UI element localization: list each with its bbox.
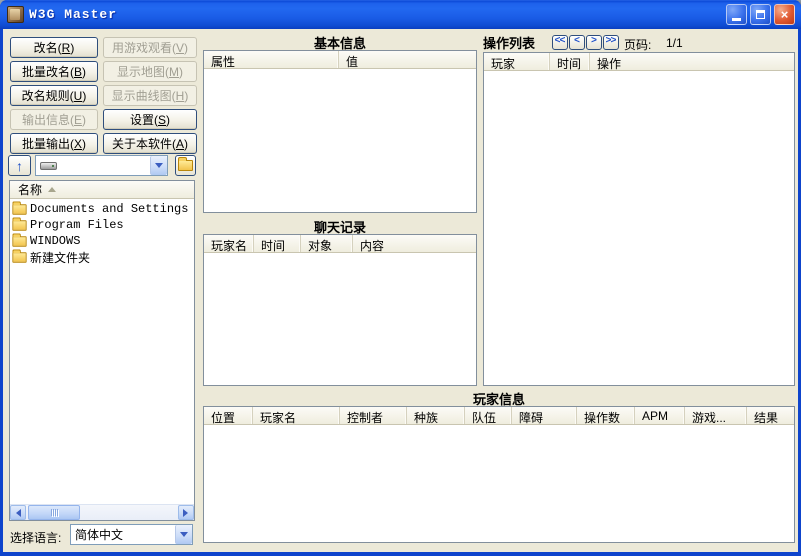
horizontal-scrollbar[interactable] [10,504,194,520]
app-window: W3G Master × 改名(R) 用游戏观看(V) 批量改名(B) 显示地图… [0,0,801,556]
titlebar[interactable]: W3G Master × [0,0,801,29]
window-title: W3G Master [29,7,118,22]
basic-info-table-header: 属性 值 [204,51,476,69]
batch-rename-button[interactable]: 批量改名(B) [10,61,98,82]
drive-combo-dropdown-button[interactable] [150,156,167,175]
settings-button[interactable]: 设置(S) [103,109,197,130]
chevron-right-icon [183,508,192,517]
players-table-body [204,425,794,542]
basic-info-table: 属性 值 [203,50,477,213]
open-folder-icon [178,157,193,171]
players-table-header: 位置 玩家名 控制者 种族 队伍 障碍 操作数 APM 游戏... 结果 [204,407,794,425]
column-header-apm[interactable]: APM [635,407,685,424]
folder-icon [12,248,27,263]
show-map-button: 显示地图(M) [103,61,197,82]
column-header-player[interactable]: 玩家 [484,53,550,70]
column-header-result[interactable]: 结果 [747,407,794,424]
language-combo[interactable]: 简体中文 [70,524,193,545]
browse-folder-button[interactable] [175,155,196,176]
window-controls: × [726,4,795,25]
language-value: 简体中文 [75,528,124,542]
file-list-body: Documents and Settings Program Files WIN… [10,199,194,504]
previous-page-button[interactable]: < [569,35,585,50]
file-list: 名称 Documents and Settings Program Files … [9,180,195,521]
scrollbar-track[interactable] [26,505,178,520]
scrollbar-thumb[interactable] [28,505,80,520]
column-header-action[interactable]: 操作 [590,53,794,70]
scroll-right-button[interactable] [178,505,194,520]
show-chart-button: 显示曲线图(H) [103,85,197,106]
actions-table: 玩家 时间 操作 [483,52,795,386]
page-number-label: 页码: [624,38,652,52]
column-header-action-count[interactable]: 操作数 [577,407,635,424]
minimize-button[interactable] [726,4,747,25]
name-column-header: 名称 [18,183,43,197]
maximize-icon [756,10,765,19]
hard-drive-icon [40,161,57,170]
output-info-button: 输出信息(E) [10,109,98,130]
up-directory-icon: ↑ [16,157,23,174]
drive-select-combo[interactable] [35,155,168,176]
file-list-item[interactable]: WINDOWS [10,232,194,249]
column-header-target[interactable]: 对象 [301,235,353,252]
close-button[interactable]: × [774,4,795,25]
watch-in-game-button: 用游戏观看(V) [103,37,197,58]
column-header-position[interactable]: 位置 [204,407,253,424]
column-header-time[interactable]: 时间 [550,53,590,70]
file-list-header[interactable]: 名称 [10,181,194,199]
file-list-item[interactable]: 新建文件夹 [10,248,194,266]
chevron-left-icon [12,508,21,517]
basic-info-table-body [204,69,476,212]
up-directory-button[interactable]: ↑ [8,155,31,176]
column-header-game[interactable]: 游戏... [685,407,747,424]
file-list-item[interactable]: Program Files [10,216,194,233]
next-page-button[interactable]: > [586,35,602,50]
file-list-item[interactable]: Documents and Settings [10,200,194,217]
minimize-icon [732,18,741,21]
actions-pager: << < > >> [552,35,619,50]
app-icon [7,6,24,23]
left-button-panel: 改名(R) 用游戏观看(V) 批量改名(B) 显示地图(M) 改名规则(U) 显… [10,37,197,154]
column-header-player-name[interactable]: 玩家名 [204,235,254,252]
about-button[interactable]: 关于本软件(A) [103,133,197,154]
actions-table-header: 玩家 时间 操作 [484,53,794,71]
close-icon: × [780,7,789,22]
actions-title: 操作列表 [483,36,536,51]
column-header-time[interactable]: 时间 [254,235,301,252]
scroll-left-button[interactable] [10,505,26,520]
page-number-value: 1/1 [666,36,683,50]
folder-icon [12,232,27,247]
column-header-controller[interactable]: 控制者 [340,407,407,424]
column-header-race[interactable]: 种族 [407,407,465,424]
column-header-value[interactable]: 值 [339,51,476,68]
maximize-button[interactable] [750,4,771,25]
rename-button[interactable]: 改名(R) [10,37,98,58]
first-page-button[interactable]: << [552,35,568,50]
chat-table-header: 玩家名 时间 对象 内容 [204,235,476,253]
column-header-handicap[interactable]: 障碍 [512,407,577,424]
actions-table-body [484,71,794,385]
players-table: 位置 玩家名 控制者 种族 队伍 障碍 操作数 APM 游戏... 结果 [203,406,795,543]
client-area: 改名(R) 用游戏观看(V) 批量改名(B) 显示地图(M) 改名规则(U) 显… [3,29,798,552]
folder-icon [12,216,27,231]
language-label: 选择语言: [10,531,62,545]
folder-icon [12,200,27,215]
column-header-team[interactable]: 队伍 [465,407,512,424]
last-page-button[interactable]: >> [603,35,619,50]
chevron-down-icon [155,163,163,172]
language-combo-dropdown-button[interactable] [175,525,192,544]
column-header-property[interactable]: 属性 [204,51,339,68]
chat-table: 玩家名 时间 对象 内容 [203,234,477,386]
batch-output-button[interactable]: 批量输出(X) [10,133,98,154]
rename-rules-button[interactable]: 改名规则(U) [10,85,98,106]
chevron-down-icon [180,532,188,541]
column-header-content[interactable]: 内容 [353,235,476,252]
chat-table-body [204,253,476,385]
column-header-player-name[interactable]: 玩家名 [253,407,340,424]
sort-ascending-icon [48,183,57,192]
